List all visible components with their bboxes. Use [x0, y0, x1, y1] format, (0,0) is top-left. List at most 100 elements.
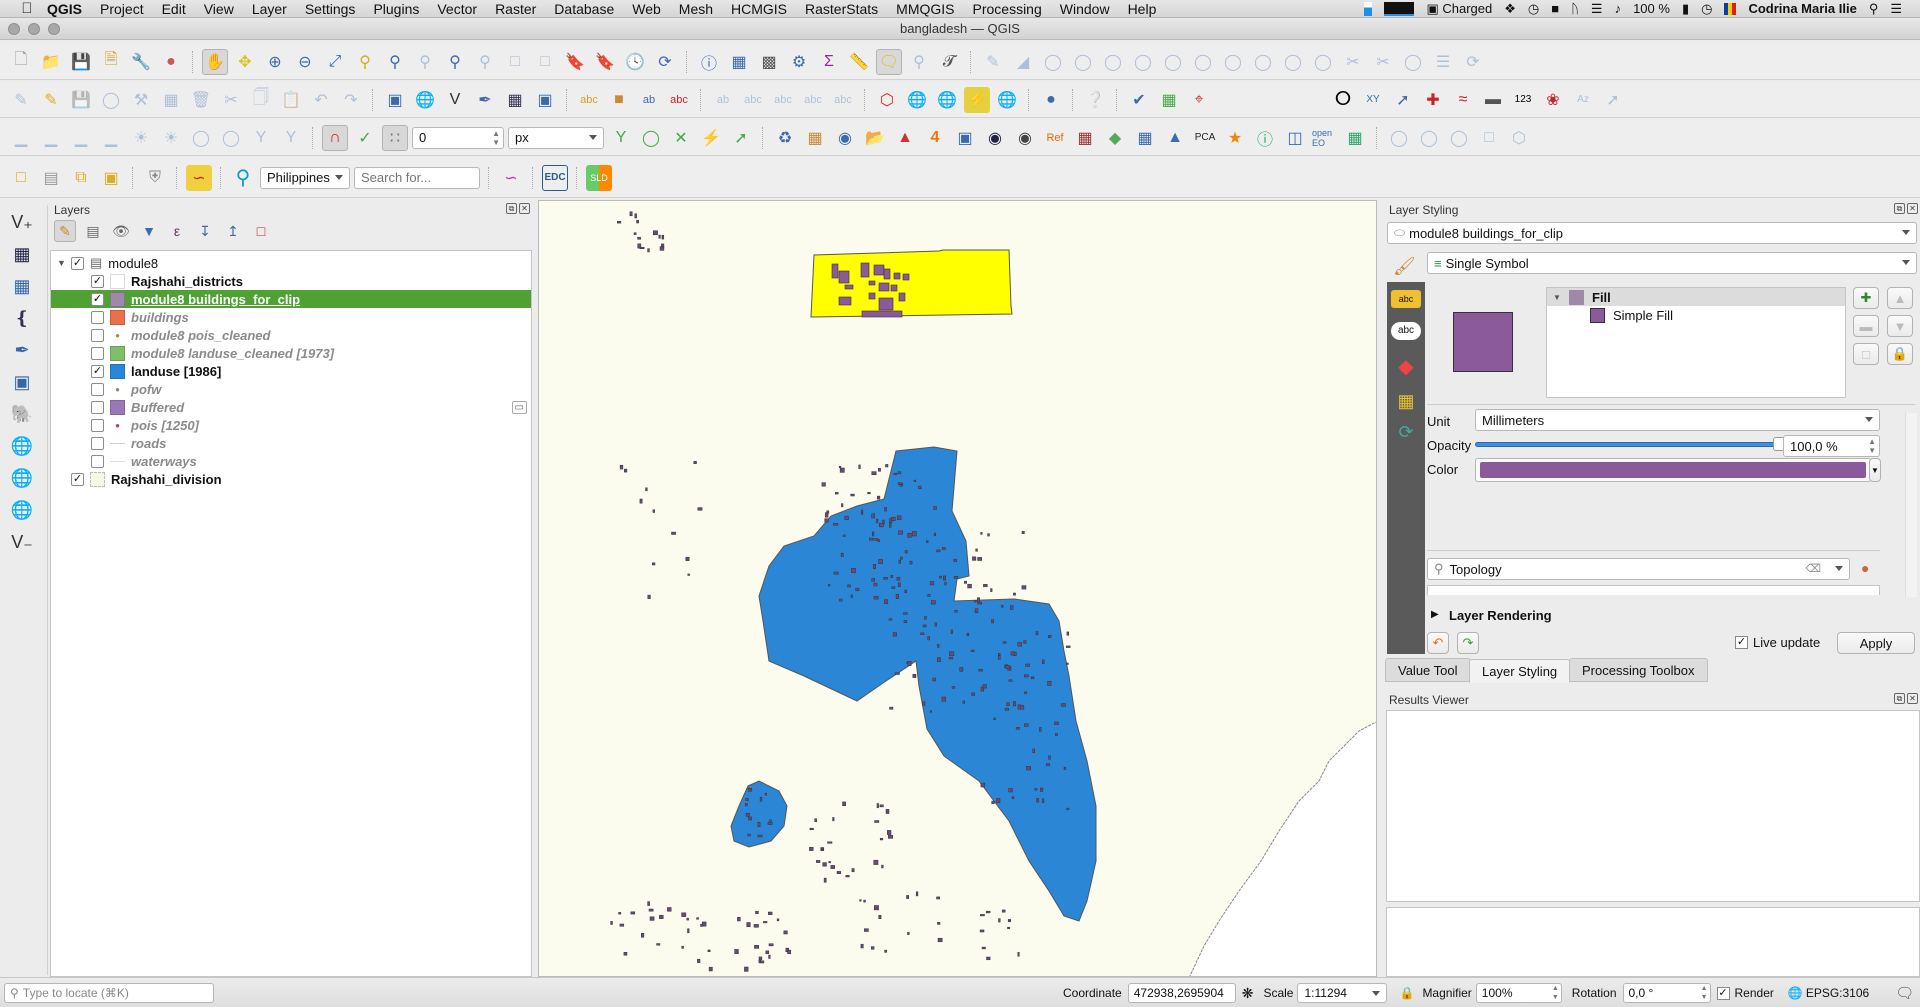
zoom-next-icon[interactable]: ⚲ [472, 49, 498, 75]
messages-icon[interactable]: 🗨 [1895, 984, 1914, 1002]
close-panel-icon[interactable]: ✕ [1907, 693, 1918, 704]
snap-intersection-icon[interactable]: ✕ [668, 125, 694, 151]
numbering-icon[interactable]: 123 [1510, 87, 1536, 113]
field-calculator-sigma-icon[interactable]: Σ [816, 49, 842, 75]
layer-visibility-checkbox[interactable]: ✓ [71, 472, 84, 486]
redo-style-button[interactable]: ↷ [1457, 632, 1479, 654]
layer-visibility-checkbox[interactable] [91, 400, 104, 414]
symbol-library-search[interactable]: ⚲ Topology ⌫ [1427, 558, 1850, 580]
digitize-tool-12-icon[interactable]: ◯ [1310, 49, 1336, 75]
topology-checker-icon[interactable]: ✔ [1126, 87, 1152, 113]
shape-digitize-4-icon[interactable]: □ [1476, 125, 1502, 151]
color-dropdown-button[interactable]: ▼ [1869, 458, 1881, 482]
plugin-openeo-icon[interactable]: open EO [1312, 125, 1338, 151]
temporal-controller-icon[interactable]: 🕓 [622, 49, 648, 75]
add-vector-layer-icon[interactable]: V₊ [4, 207, 40, 237]
cut-features-icon[interactable]: ✂ [218, 87, 244, 113]
wifi-icon[interactable]: ☰ [1591, 1, 1603, 17]
digitize-tool-11-icon[interactable]: ◯ [1280, 49, 1306, 75]
layout-manager-icon[interactable]: 🔧 [128, 49, 154, 75]
new-project-icon[interactable]: 🗋 [8, 49, 34, 75]
add-virtual-layer-icon[interactable]: ▣ [4, 367, 40, 397]
menu-processing[interactable]: Processing [964, 1, 1051, 17]
layer-rendering-section[interactable]: Layer Rendering [1449, 608, 1552, 623]
snapping-unit-select[interactable]: px [508, 126, 604, 149]
map-canvas[interactable] [538, 200, 1377, 977]
plugin-four-icon[interactable]: 4 [922, 125, 948, 151]
advanced-digitize-1-icon[interactable]: ▁ [8, 125, 34, 151]
opacity-spinbox[interactable]: 100,0 % ▲ ▼ [1783, 435, 1880, 457]
avoid-overlap-icon[interactable]: ◯ [638, 125, 664, 151]
add-xyz-layer-icon[interactable]: 🌐 [4, 463, 40, 493]
copy-features-icon[interactable]: 🗍 [248, 87, 274, 113]
apply-button[interactable]: Apply [1837, 632, 1915, 654]
undo-icon[interactable]: ↶ [308, 87, 334, 113]
refresh-icon[interactable]: ⟳ [652, 49, 678, 75]
draw-line-icon[interactable]: ➚ [1390, 87, 1416, 113]
chevron-down-icon[interactable] [1835, 566, 1843, 571]
attribute-table-icon[interactable]: ▦ [726, 49, 752, 75]
select-by-value-icon[interactable]: ▤ [38, 165, 64, 191]
plugin-globe-icon[interactable]: ◉ [832, 125, 858, 151]
modify-attributes-icon[interactable]: ▦ [158, 87, 184, 113]
statistical-summary-icon[interactable]: ▩ [756, 49, 782, 75]
crs-button[interactable]: EPSG:3106 [1806, 986, 1869, 1000]
rotate-label-icon[interactable]: abc [770, 87, 796, 113]
add-symbol-layer-button[interactable]: ✚ [1853, 287, 1879, 309]
pin-labels-icon[interactable]: ab [636, 87, 662, 113]
layer-item[interactable]: ● pois [1250] [51, 416, 531, 434]
layer-group-module8[interactable]: ▼ ✓ ▤ module8 [51, 254, 531, 272]
layer-visibility-checkbox[interactable] [91, 346, 104, 360]
color-button[interactable] [1475, 458, 1871, 482]
properties-scrollbar[interactable] [1905, 413, 1917, 597]
locator-search[interactable]: ⚲ Type to locate (⌘K) [4, 983, 214, 1003]
toggle-extents-icon[interactable]: ❋ [1242, 985, 1254, 1002]
label-props-icon[interactable]: abc [830, 87, 856, 113]
add-postgis-icon[interactable]: 🐘 [4, 399, 40, 429]
plugin-grid2-icon[interactable]: ▦ [1132, 125, 1158, 151]
battery-percent[interactable]: 100 % [1633, 1, 1670, 16]
cpu-meter-icon[interactable] [1384, 1, 1415, 16]
spinner-arrows-icon[interactable]: ▲ ▼ [1552, 984, 1559, 1002]
digitize-tool-1-icon[interactable]: ✎ [980, 49, 1006, 75]
digitize-tool-17-icon[interactable]: ⟳ [1460, 49, 1486, 75]
add-mesh-layer-icon[interactable]: ▦ [4, 271, 40, 301]
toolbox-gear-icon[interactable]: ⚙ [786, 49, 812, 75]
crosshair-icon[interactable]: ⌖ [1186, 87, 1212, 113]
digitize-tool-13-icon[interactable]: ✂ [1340, 49, 1366, 75]
plugin-binoculars-icon[interactable]: ◉ [1012, 125, 1038, 151]
bluetooth-icon[interactable]: ᚢ [1571, 1, 1579, 16]
digitize-tool-16-icon[interactable]: ☰ [1430, 49, 1456, 75]
opacity-slider[interactable] [1475, 442, 1780, 447]
layer-item[interactable]: ● pofw [51, 380, 531, 398]
plugin-layers-icon[interactable]: ▣ [952, 125, 978, 151]
advanced-digitize-7-icon[interactable]: ◯ [188, 125, 214, 151]
search-wms-icon[interactable]: 🌐 [934, 87, 960, 113]
measure-line-icon[interactable]: 📏 [846, 49, 872, 75]
display-icon[interactable]: ■ [1551, 1, 1559, 16]
shape-tool-icon[interactable]: ❀ [1540, 87, 1566, 113]
split-line-icon[interactable]: ≈ [1450, 87, 1476, 113]
temporary-layer-indicator-icon[interactable]: ▭ [511, 400, 527, 414]
tab-layer-styling[interactable]: Layer Styling [1469, 659, 1571, 683]
sld-plugin-icon[interactable]: SLD [586, 164, 612, 191]
pan-map-icon[interactable]: ✋ [202, 48, 228, 75]
menu-web[interactable]: Web [623, 1, 670, 17]
clock-icon[interactable]: ◷ [1701, 1, 1712, 17]
plugin-matrix-icon[interactable]: ▦ [1072, 125, 1098, 151]
close-panel-icon[interactable]: ✕ [1907, 203, 1918, 214]
zoom-to-selection-icon[interactable]: ⚲ [352, 49, 378, 75]
self-snapping-icon[interactable]: ⚡ [698, 125, 724, 151]
add-wms-layer-icon[interactable]: 🌐 [4, 431, 40, 461]
layer-visibility-checkbox[interactable] [91, 382, 104, 396]
digitize-tool-10-icon[interactable]: ◯ [1250, 49, 1276, 75]
diagrams-tab-icon[interactable]: ▦ [1395, 391, 1417, 412]
labels-tab-icon[interactable]: abc [1391, 290, 1421, 308]
digitize-tool-5-icon[interactable]: ◯ [1100, 49, 1126, 75]
layer-visibility-checkbox[interactable] [91, 436, 104, 450]
plugin-info-icon[interactable]: ⓘ [1252, 125, 1278, 151]
layer-item[interactable]: waterways [51, 452, 531, 470]
menu-app[interactable]: QGIS [38, 1, 91, 17]
time-machine-icon[interactable]: ◷ [1528, 1, 1539, 17]
georeferencer-icon[interactable]: ● [1038, 87, 1064, 113]
